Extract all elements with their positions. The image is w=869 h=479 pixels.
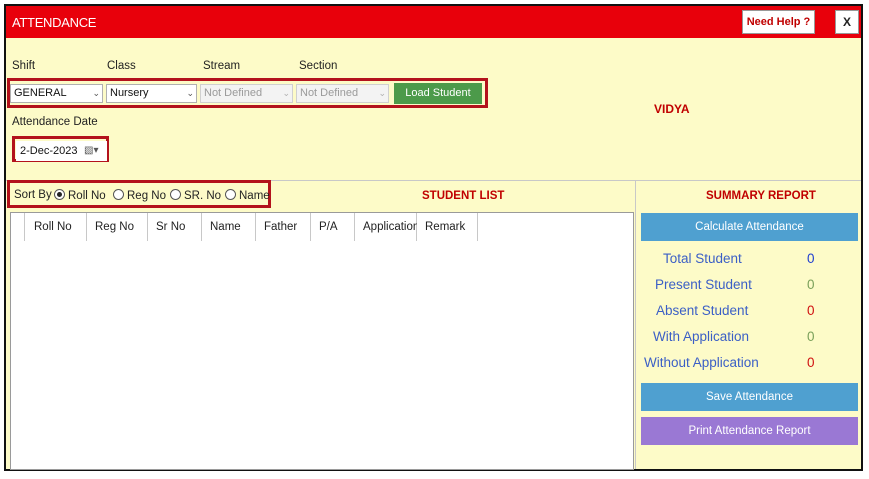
summary-row-present: Present Student 0	[641, 277, 858, 299]
school-name: VIDYA	[654, 102, 690, 116]
class-select[interactable]: Nursery ⌄	[106, 84, 197, 103]
stream-label: Stream	[203, 60, 241, 72]
sort-by-label: Sort By	[14, 189, 52, 201]
grid-header: Roll No Reg No Sr No Name Father P/A App…	[11, 213, 478, 241]
summary-label: With Application	[653, 329, 750, 344]
sort-sr-no-radio[interactable]: SR. No	[170, 189, 221, 202]
summary-value: 0	[807, 303, 815, 318]
class-select-value: Nursery	[110, 87, 149, 99]
column-header[interactable]: P/A	[311, 213, 355, 241]
summary-value: 0	[807, 329, 815, 344]
summary-label: Absent Student	[656, 303, 749, 318]
class-label: Class	[107, 60, 136, 72]
sort-name-radio[interactable]: Name	[225, 189, 270, 202]
save-attendance-button[interactable]: Save Attendance	[641, 383, 858, 411]
summary-row-total: Total Student 0	[641, 251, 858, 273]
student-list-title: STUDENT LIST	[422, 190, 505, 202]
summary-value: 0	[807, 251, 815, 266]
section-label: Section	[299, 60, 338, 72]
attendance-window: ATTENDANCE Need Help ? X Shift Class Str…	[4, 4, 863, 471]
chevron-down-icon: ⌄	[186, 88, 194, 98]
chevron-down-icon: ⌄	[378, 88, 386, 98]
load-student-button[interactable]: Load Student	[394, 83, 482, 104]
summary-row-absent: Absent Student 0	[641, 303, 858, 325]
shift-select-value: GENERAL	[14, 87, 67, 99]
shift-select[interactable]: GENERAL ⌄	[10, 84, 103, 103]
summary-value: 0	[807, 277, 815, 292]
column-header[interactable]: Remark	[417, 213, 478, 241]
attendance-date-label: Attendance Date	[12, 116, 98, 128]
close-button[interactable]: X	[835, 10, 859, 34]
column-header[interactable]: Reg No	[87, 213, 148, 241]
sort-roll-no-radio[interactable]: Roll No	[54, 189, 106, 202]
summary-label: Total Student	[663, 251, 742, 266]
print-attendance-report-button[interactable]: Print Attendance Report	[641, 417, 858, 445]
calendar-icon[interactable]: ▧▾	[84, 141, 98, 161]
need-help-button[interactable]: Need Help ?	[742, 10, 815, 34]
section-select[interactable]: Not Defined ⌄	[296, 84, 389, 103]
stream-select-value: Not Defined	[204, 87, 263, 99]
summary-report-title: SUMMARY REPORT	[706, 190, 816, 202]
summary-label: Without Application	[644, 355, 759, 370]
radio-icon	[225, 189, 236, 200]
chevron-down-icon: ⌄	[282, 88, 290, 98]
attendance-date-picker[interactable]: 2-Dec-2023 ▧▾	[16, 141, 107, 161]
row-selector-header	[11, 213, 25, 241]
radio-icon	[113, 189, 124, 200]
attendance-date-value: 2-Dec-2023	[20, 145, 78, 157]
shift-label: Shift	[12, 60, 36, 72]
summary-value: 0	[807, 355, 815, 370]
column-header[interactable]: Roll No	[25, 213, 87, 241]
summary-label: Present Student	[655, 277, 752, 292]
column-header[interactable]: Name	[202, 213, 256, 241]
calculate-attendance-button[interactable]: Calculate Attendance	[641, 213, 858, 241]
summary-row-without-application: Without Application 0	[641, 355, 858, 377]
sort-options: Sort By Roll No Reg No SR. No Name	[10, 184, 273, 208]
radio-icon	[170, 189, 181, 200]
section-select-value: Not Defined	[300, 87, 359, 99]
sort-reg-no-radio[interactable]: Reg No	[113, 189, 166, 202]
chevron-down-icon: ⌄	[92, 88, 100, 98]
stream-select[interactable]: Not Defined ⌄	[200, 84, 293, 103]
radio-checked-icon	[54, 189, 65, 200]
column-header[interactable]: Father	[256, 213, 311, 241]
summary-row-with-application: With Application 0	[641, 329, 858, 351]
panel-divider	[635, 180, 636, 469]
student-grid[interactable]: Roll No Reg No Sr No Name Father P/A App…	[10, 212, 634, 470]
column-header[interactable]: Application	[355, 213, 419, 241]
column-header[interactable]: Sr No	[148, 213, 202, 241]
window-title: ATTENDANCE	[12, 15, 97, 30]
title-bar: ATTENDANCE Need Help ? X	[6, 6, 861, 38]
